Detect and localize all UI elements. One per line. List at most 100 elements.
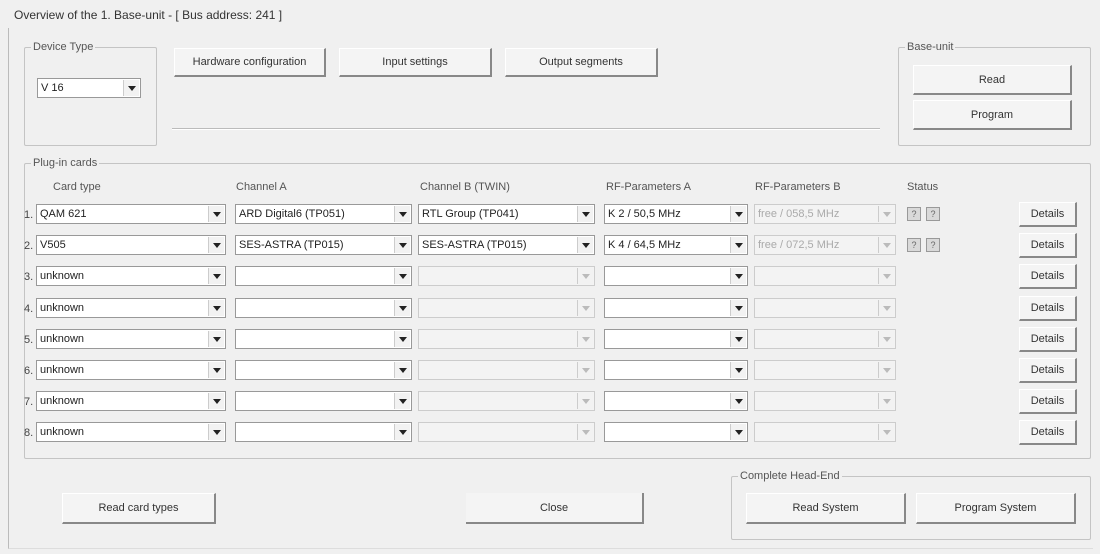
read-card-types-button[interactable]: Read card types bbox=[62, 493, 216, 524]
chevron-down-icon[interactable] bbox=[730, 268, 746, 284]
rf-parameters-a-select[interactable] bbox=[604, 329, 748, 349]
channel-a-select[interactable]: SES-ASTRA (TP015) bbox=[235, 235, 412, 255]
chevron-down-icon[interactable] bbox=[730, 331, 746, 347]
rf-parameters-b-select bbox=[754, 329, 896, 349]
chevron-down-icon[interactable] bbox=[577, 237, 593, 253]
rf-parameters-b-select-value: free / 058,5 MHz bbox=[758, 208, 840, 220]
card-type-select[interactable]: unknown bbox=[36, 298, 226, 318]
input-settings-button[interactable]: Input settings bbox=[339, 48, 492, 77]
chevron-down-icon[interactable] bbox=[730, 206, 746, 222]
details-button[interactable]: Details bbox=[1019, 296, 1077, 321]
chevron-down-icon[interactable] bbox=[208, 331, 224, 347]
status-unknown-icon: ? bbox=[926, 238, 940, 252]
col-header-status: Status bbox=[907, 181, 939, 193]
col-header-card-type: Card type bbox=[53, 181, 101, 193]
rf-parameters-b-select bbox=[754, 360, 896, 380]
card-type-select[interactable]: unknown bbox=[36, 422, 226, 442]
channel-b-select-value: RTL Group (TP041) bbox=[422, 208, 519, 220]
chevron-down-icon bbox=[878, 362, 894, 378]
device-type-value: V 16 bbox=[41, 82, 64, 94]
chevron-down-icon[interactable] bbox=[577, 206, 593, 222]
details-button[interactable]: Details bbox=[1019, 358, 1077, 383]
card-type-select-value: unknown bbox=[40, 270, 85, 282]
channel-a-select[interactable]: ARD Digital6 (TP051) bbox=[235, 204, 412, 224]
card-type-select-value: V505 bbox=[40, 239, 66, 251]
col-header-rf-parameters-b: RF-Parameters B bbox=[755, 181, 841, 193]
channel-a-select[interactable] bbox=[235, 422, 412, 442]
details-button[interactable]: Details bbox=[1019, 233, 1077, 258]
rf-parameters-b-select bbox=[754, 422, 896, 442]
chevron-down-icon[interactable] bbox=[730, 362, 746, 378]
row-number: 3. bbox=[24, 271, 34, 283]
chevron-down-icon[interactable] bbox=[394, 424, 410, 440]
chevron-down-icon[interactable] bbox=[730, 237, 746, 253]
row-number: 4. bbox=[24, 303, 34, 315]
program-system-button[interactable]: Program System bbox=[916, 493, 1076, 524]
channel-b-select bbox=[418, 422, 595, 442]
rf-parameters-a-select[interactable] bbox=[604, 360, 748, 380]
rf-parameters-a-select-value: K 4 / 64,5 MHz bbox=[608, 239, 681, 251]
chevron-down-icon[interactable] bbox=[208, 268, 224, 284]
hardware-configuration-button[interactable]: Hardware configuration bbox=[174, 48, 326, 77]
details-button[interactable]: Details bbox=[1019, 202, 1077, 227]
chevron-down-icon[interactable] bbox=[123, 80, 139, 96]
card-type-select[interactable]: unknown bbox=[36, 391, 226, 411]
channel-a-select[interactable] bbox=[235, 298, 412, 318]
chevron-down-icon[interactable] bbox=[208, 424, 224, 440]
row-number: 7. bbox=[24, 396, 34, 408]
card-type-select[interactable]: QAM 621 bbox=[36, 204, 226, 224]
channel-b-select-value: SES-ASTRA (TP015) bbox=[422, 239, 527, 251]
card-type-select[interactable]: V505 bbox=[36, 235, 226, 255]
chevron-down-icon bbox=[878, 424, 894, 440]
rf-parameters-b-select bbox=[754, 391, 896, 411]
output-segments-button[interactable]: Output segments bbox=[505, 48, 658, 77]
details-button[interactable]: Details bbox=[1019, 327, 1077, 352]
rf-parameters-a-select[interactable] bbox=[604, 422, 748, 442]
channel-b-select bbox=[418, 329, 595, 349]
rf-parameters-b-select bbox=[754, 266, 896, 286]
channel-a-select[interactable] bbox=[235, 360, 412, 380]
channel-b-select[interactable]: SES-ASTRA (TP015) bbox=[418, 235, 595, 255]
chevron-down-icon[interactable] bbox=[394, 300, 410, 316]
chevron-down-icon bbox=[878, 393, 894, 409]
channel-a-select-value: ARD Digital6 (TP051) bbox=[239, 208, 345, 220]
rf-parameters-a-select[interactable] bbox=[604, 266, 748, 286]
read-button[interactable]: Read bbox=[913, 65, 1072, 95]
card-type-select[interactable]: unknown bbox=[36, 266, 226, 286]
chevron-down-icon[interactable] bbox=[730, 300, 746, 316]
channel-b-select[interactable]: RTL Group (TP041) bbox=[418, 204, 595, 224]
chevron-down-icon[interactable] bbox=[394, 237, 410, 253]
chevron-down-icon[interactable] bbox=[394, 206, 410, 222]
chevron-down-icon[interactable] bbox=[208, 393, 224, 409]
card-type-select[interactable]: unknown bbox=[36, 360, 226, 380]
details-button[interactable]: Details bbox=[1019, 264, 1077, 289]
chevron-down-icon bbox=[878, 206, 894, 222]
chevron-down-icon[interactable] bbox=[208, 206, 224, 222]
rf-parameters-b-select-value: free / 072,5 MHz bbox=[758, 239, 840, 251]
chevron-down-icon[interactable] bbox=[730, 424, 746, 440]
chevron-down-icon[interactable] bbox=[394, 362, 410, 378]
channel-a-select[interactable] bbox=[235, 329, 412, 349]
details-button[interactable]: Details bbox=[1019, 389, 1077, 414]
card-type-select[interactable]: unknown bbox=[36, 329, 226, 349]
program-button[interactable]: Program bbox=[913, 100, 1072, 130]
channel-b-select bbox=[418, 391, 595, 411]
chevron-down-icon[interactable] bbox=[730, 393, 746, 409]
channel-a-select[interactable] bbox=[235, 266, 412, 286]
details-button[interactable]: Details bbox=[1019, 420, 1077, 445]
chevron-down-icon[interactable] bbox=[208, 237, 224, 253]
chevron-down-icon[interactable] bbox=[208, 300, 224, 316]
rf-parameters-a-select[interactable]: K 2 / 50,5 MHz bbox=[604, 204, 748, 224]
channel-a-select[interactable] bbox=[235, 391, 412, 411]
chevron-down-icon[interactable] bbox=[394, 393, 410, 409]
rf-parameters-a-select[interactable] bbox=[604, 298, 748, 318]
rf-parameters-a-select[interactable] bbox=[604, 391, 748, 411]
chevron-down-icon[interactable] bbox=[208, 362, 224, 378]
complete-head-end-legend: Complete Head-End bbox=[740, 470, 840, 482]
chevron-down-icon[interactable] bbox=[394, 331, 410, 347]
close-button[interactable]: Close bbox=[466, 493, 644, 524]
device-type-select[interactable]: V 16 bbox=[37, 78, 141, 98]
read-system-button[interactable]: Read System bbox=[746, 493, 906, 524]
rf-parameters-a-select[interactable]: K 4 / 64,5 MHz bbox=[604, 235, 748, 255]
chevron-down-icon[interactable] bbox=[394, 268, 410, 284]
